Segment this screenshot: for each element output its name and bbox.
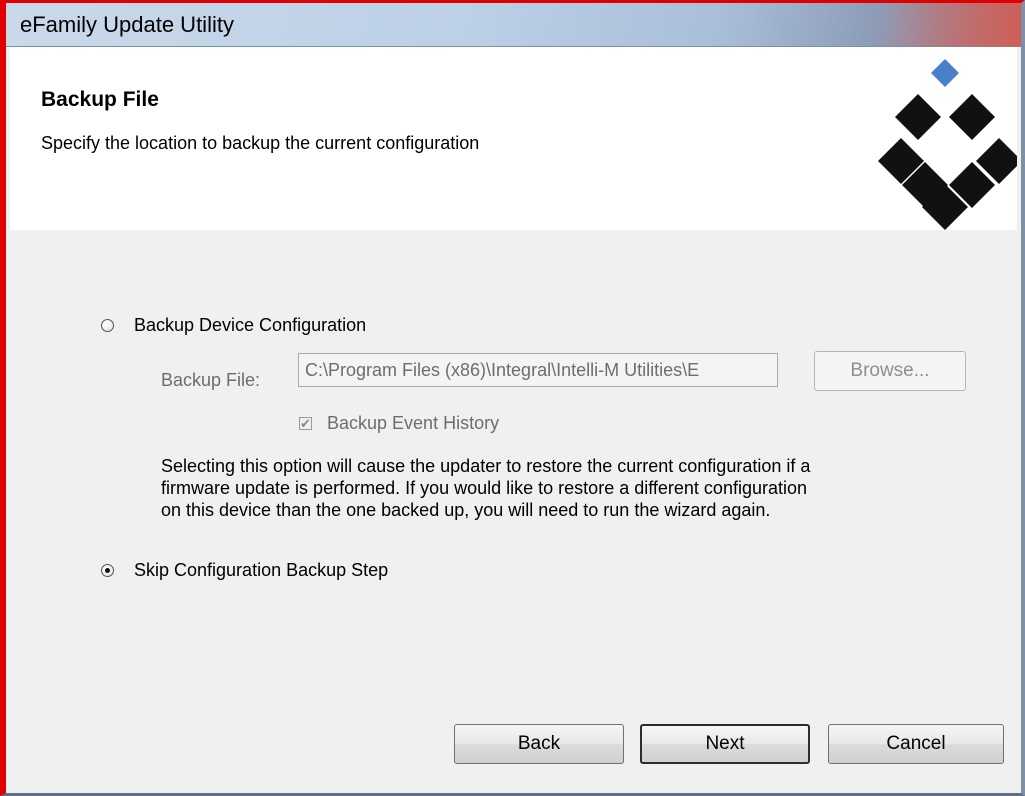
description-line: firmware update is performed. If you wou… <box>161 478 807 498</box>
wizard-window: eFamily Update Utility Backup File Speci… <box>0 0 1025 796</box>
logo-diamond <box>949 94 995 140</box>
event-history-option[interactable]: ✔ Backup Event History <box>299 413 499 434</box>
event-history-label: Backup Event History <box>327 413 500 433</box>
backup-device-option[interactable]: Backup Device Configuration <box>101 315 366 336</box>
backup-device-label: Backup Device Configuration <box>134 315 367 335</box>
page-subtitle: Specify the location to backup the curre… <box>41 133 480 153</box>
backup-file-label: Backup File: <box>161 370 261 390</box>
next-button[interactable]: Next <box>640 724 810 764</box>
wizard-header: Backup File Specify the location to back… <box>10 47 1017 230</box>
skip-backup-label: Skip Configuration Backup Step <box>134 560 389 580</box>
event-history-checkbox[interactable]: ✔ <box>299 417 312 430</box>
back-button[interactable]: Back <box>454 724 624 764</box>
cancel-button[interactable]: Cancel <box>828 724 1004 764</box>
browse-button[interactable]: Browse... <box>814 351 966 391</box>
skip-backup-radio[interactable] <box>101 564 114 577</box>
backup-description: Selecting this option will cause the upd… <box>161 455 981 521</box>
description-line: Selecting this option will cause the upd… <box>161 456 811 476</box>
backup-device-radio[interactable] <box>101 319 114 332</box>
page-title: Backup File <box>41 88 159 111</box>
logo-diamond <box>895 94 941 140</box>
backup-file-input[interactable]: C:\Program Files (x86)\Integral\Intelli-… <box>298 353 778 387</box>
diamond-logo-icon <box>878 59 1017 230</box>
description-line: on this device than the one backed up, y… <box>161 500 771 520</box>
window-title: eFamily Update Utility <box>20 12 234 37</box>
title-bar[interactable]: eFamily Update Utility <box>6 3 1021 47</box>
skip-backup-option[interactable]: Skip Configuration Backup Step <box>101 560 388 581</box>
logo-blue-diamond <box>931 59 959 87</box>
